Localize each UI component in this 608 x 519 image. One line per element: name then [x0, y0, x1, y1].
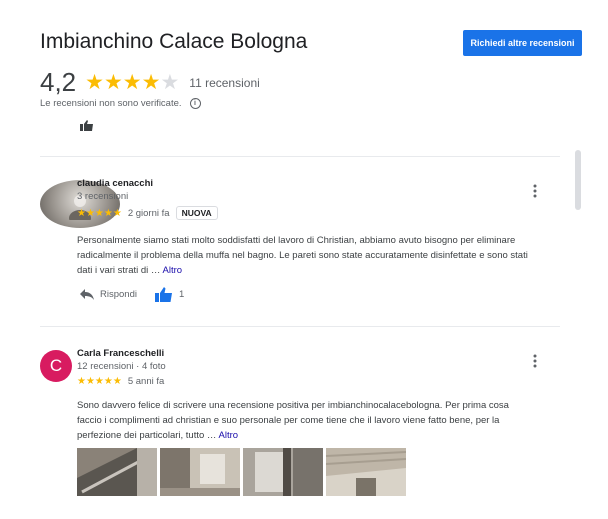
thumb-up-icon[interactable] — [80, 120, 94, 131]
review-rating-row: ★★★★★ 2 giorni fa NUOVA — [77, 206, 218, 220]
review-rating-row: ★★★★★ 5 anni fa — [77, 376, 164, 387]
reply-label: Rispondi — [100, 289, 137, 300]
reply-button[interactable]: Rispondi — [80, 289, 137, 300]
rating-summary: 4,2 ★★★★★ 11 recensioni — [40, 67, 260, 98]
review-actions: Rispondi 1 — [40, 287, 184, 302]
more-vert-icon[interactable] — [531, 183, 539, 199]
info-icon[interactable]: i — [189, 98, 201, 109]
more-vert-icon[interactable] — [531, 353, 539, 369]
review-photo[interactable] — [326, 448, 406, 496]
review-author[interactable]: claudia cenacchi — [77, 178, 153, 189]
read-more-link[interactable]: Altro — [219, 430, 239, 441]
review-photo[interactable] — [160, 448, 240, 496]
rating-stars: ★★★★★ — [85, 71, 180, 94]
review-photo[interactable] — [77, 448, 157, 496]
review-body: Sono davvero felice di scrivere una rece… — [77, 400, 509, 441]
divider — [40, 156, 560, 157]
review-photos — [77, 448, 409, 496]
thumb-up-icon — [154, 287, 172, 302]
scrollbar[interactable] — [575, 150, 581, 210]
new-badge: NUOVA — [175, 206, 218, 220]
avatar[interactable]: C — [40, 350, 72, 382]
review-text: Personalmente siamo stati molto soddisfa… — [77, 233, 532, 278]
review-body: Personalmente siamo stati molto soddisfa… — [77, 235, 528, 276]
review-stars: ★★★★★ — [77, 376, 122, 387]
review-date: 2 giorni fa — [127, 207, 170, 219]
review-author-meta: 3 recensioni — [77, 191, 129, 202]
request-reviews-button[interactable]: Richiedi altre recensioni — [463, 30, 582, 56]
unverified-notice: Le recensioni non sono verificate. i — [40, 98, 201, 109]
read-more-link[interactable]: Altro — [163, 265, 183, 276]
review-author[interactable]: Carla Franceschelli — [77, 348, 164, 359]
average-rating: 4,2 — [40, 67, 77, 97]
review-count-link[interactable]: 11 recensioni — [189, 76, 260, 90]
business-title: Imbianchino Calace Bologna — [40, 30, 308, 53]
review-date: 5 anni fa — [127, 376, 165, 387]
like-button[interactable]: 1 — [154, 287, 185, 302]
reply-icon — [80, 289, 94, 300]
like-count: 1 — [178, 289, 185, 300]
review-stars: ★★★★★ — [77, 207, 122, 219]
divider — [40, 326, 560, 327]
review-text: Sono davvero felice di scrivere una rece… — [77, 398, 532, 443]
review-author-meta: 12 recensioni · 4 foto — [77, 361, 166, 372]
unverified-text: Le recensioni non sono verificate. — [40, 98, 182, 109]
review-photo[interactable] — [243, 448, 323, 496]
